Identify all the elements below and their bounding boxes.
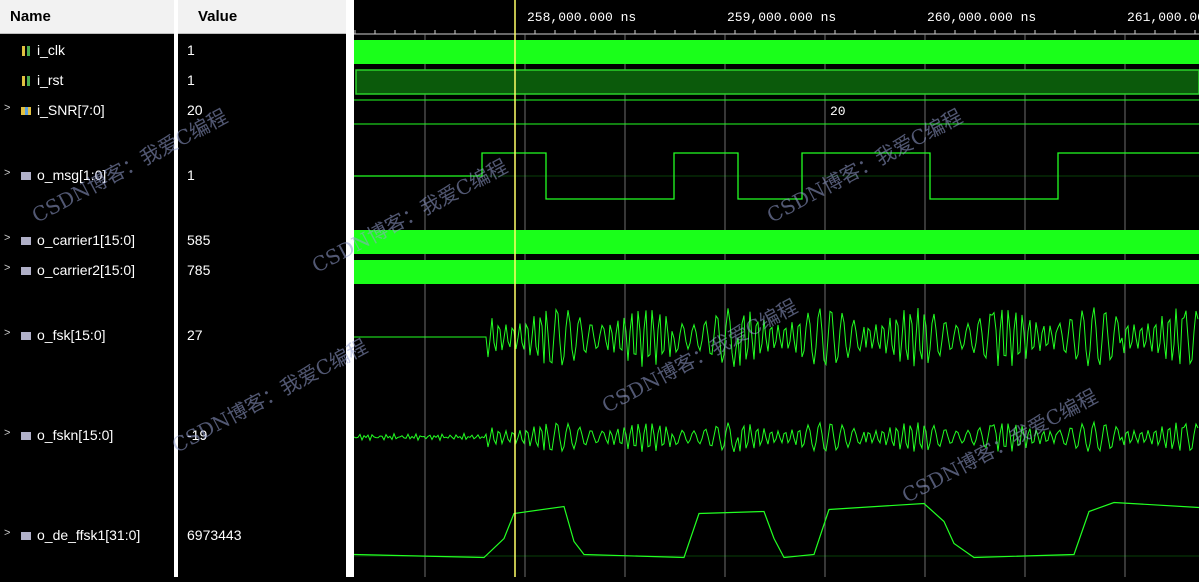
signal-row-i-snr[interactable]: > i_SNR[7:0] [0,102,174,122]
bit-signal-icon [20,74,32,86]
signal-value: 785 [187,262,211,278]
o-carrier1-wave[interactable] [354,230,1199,254]
bus-signal-icon [20,429,32,441]
waveform-canvas[interactable]: 258,000.000 ns 259,000.000 ns 260,000.00… [353,0,1199,577]
signal-row-o-carrier1[interactable]: > o_carrier1[15:0] [0,232,174,252]
signal-name: o_carrier2[15:0] [37,262,136,278]
bus-signal-icon [20,234,32,246]
bus-value-label: 20 [830,104,846,119]
signal-value: 1 [187,72,195,88]
signal-name: o_fskn[15:0] [37,427,114,443]
bus-signal-icon [20,529,32,541]
o-carrier2-wave[interactable] [354,260,1199,284]
bus-signal-icon [20,264,32,276]
chevron-right-icon[interactable]: > [4,262,12,274]
waveform-view[interactable]: 258,000.000 ns 259,000.000 ns 260,000.00… [353,0,1199,577]
signal-row-o-fskn[interactable]: > o_fskn[15:0] [0,427,174,447]
chevron-right-icon[interactable]: > [4,232,12,244]
bus-signal-icon [20,169,32,181]
signal-value: 1 [187,42,195,58]
signal-name: i_SNR[7:0] [37,102,105,118]
bit-signal-icon [20,44,32,56]
time-tick-label: 258,000.000 ns [527,10,636,25]
waveform-splitter[interactable] [346,0,354,577]
time-tick-label: 260,000.000 ns [927,10,1036,25]
signal-name: i_rst [37,72,64,88]
signal-row-o-de-ffsk1[interactable]: > o_de_ffsk1[31:0] [0,527,174,547]
signal-row-i-rst[interactable]: i_rst [0,72,174,92]
signal-value: 27 [187,327,203,343]
signal-value: 585 [187,232,211,248]
signal-name: o_fsk[15:0] [37,327,106,343]
chevron-right-icon[interactable]: > [4,167,12,179]
time-tick-label: 261,000.000 ns [1127,10,1199,25]
signal-name: o_de_ffsk1[31:0] [37,527,141,543]
signal-value: 1 [187,167,195,183]
signal-name: o_carrier1[15:0] [37,232,136,248]
signal-values-panel: Value 1 1 20 1 585 785 27 -19 6973443 [178,0,346,577]
name-column-header[interactable]: Name [0,0,174,34]
i-rst-wave[interactable] [355,69,1199,95]
chevron-right-icon[interactable]: > [4,527,12,539]
signal-row-o-carrier2[interactable]: > o_carrier2[15:0] [0,262,174,282]
signal-row-o-fsk[interactable]: > o_fsk[15:0] [0,327,174,347]
signal-row-i-clk[interactable]: i_clk [0,42,174,62]
chevron-right-icon[interactable]: > [4,102,12,114]
signal-name: i_clk [37,42,66,58]
chevron-right-icon[interactable]: > [4,427,12,439]
chevron-right-icon[interactable]: > [4,327,12,339]
signal-names-panel: Name i_clk i_rst > i_SNR[7:0] > o_msg[1:… [0,0,174,577]
bus-signal-icon [20,329,32,341]
value-column-header[interactable]: Value [178,0,346,34]
signal-value: 6973443 [187,527,242,543]
time-tick-label: 259,000.000 ns [727,10,836,25]
bus-signal-icon [20,104,32,116]
i-clk-wave[interactable] [354,40,1199,64]
